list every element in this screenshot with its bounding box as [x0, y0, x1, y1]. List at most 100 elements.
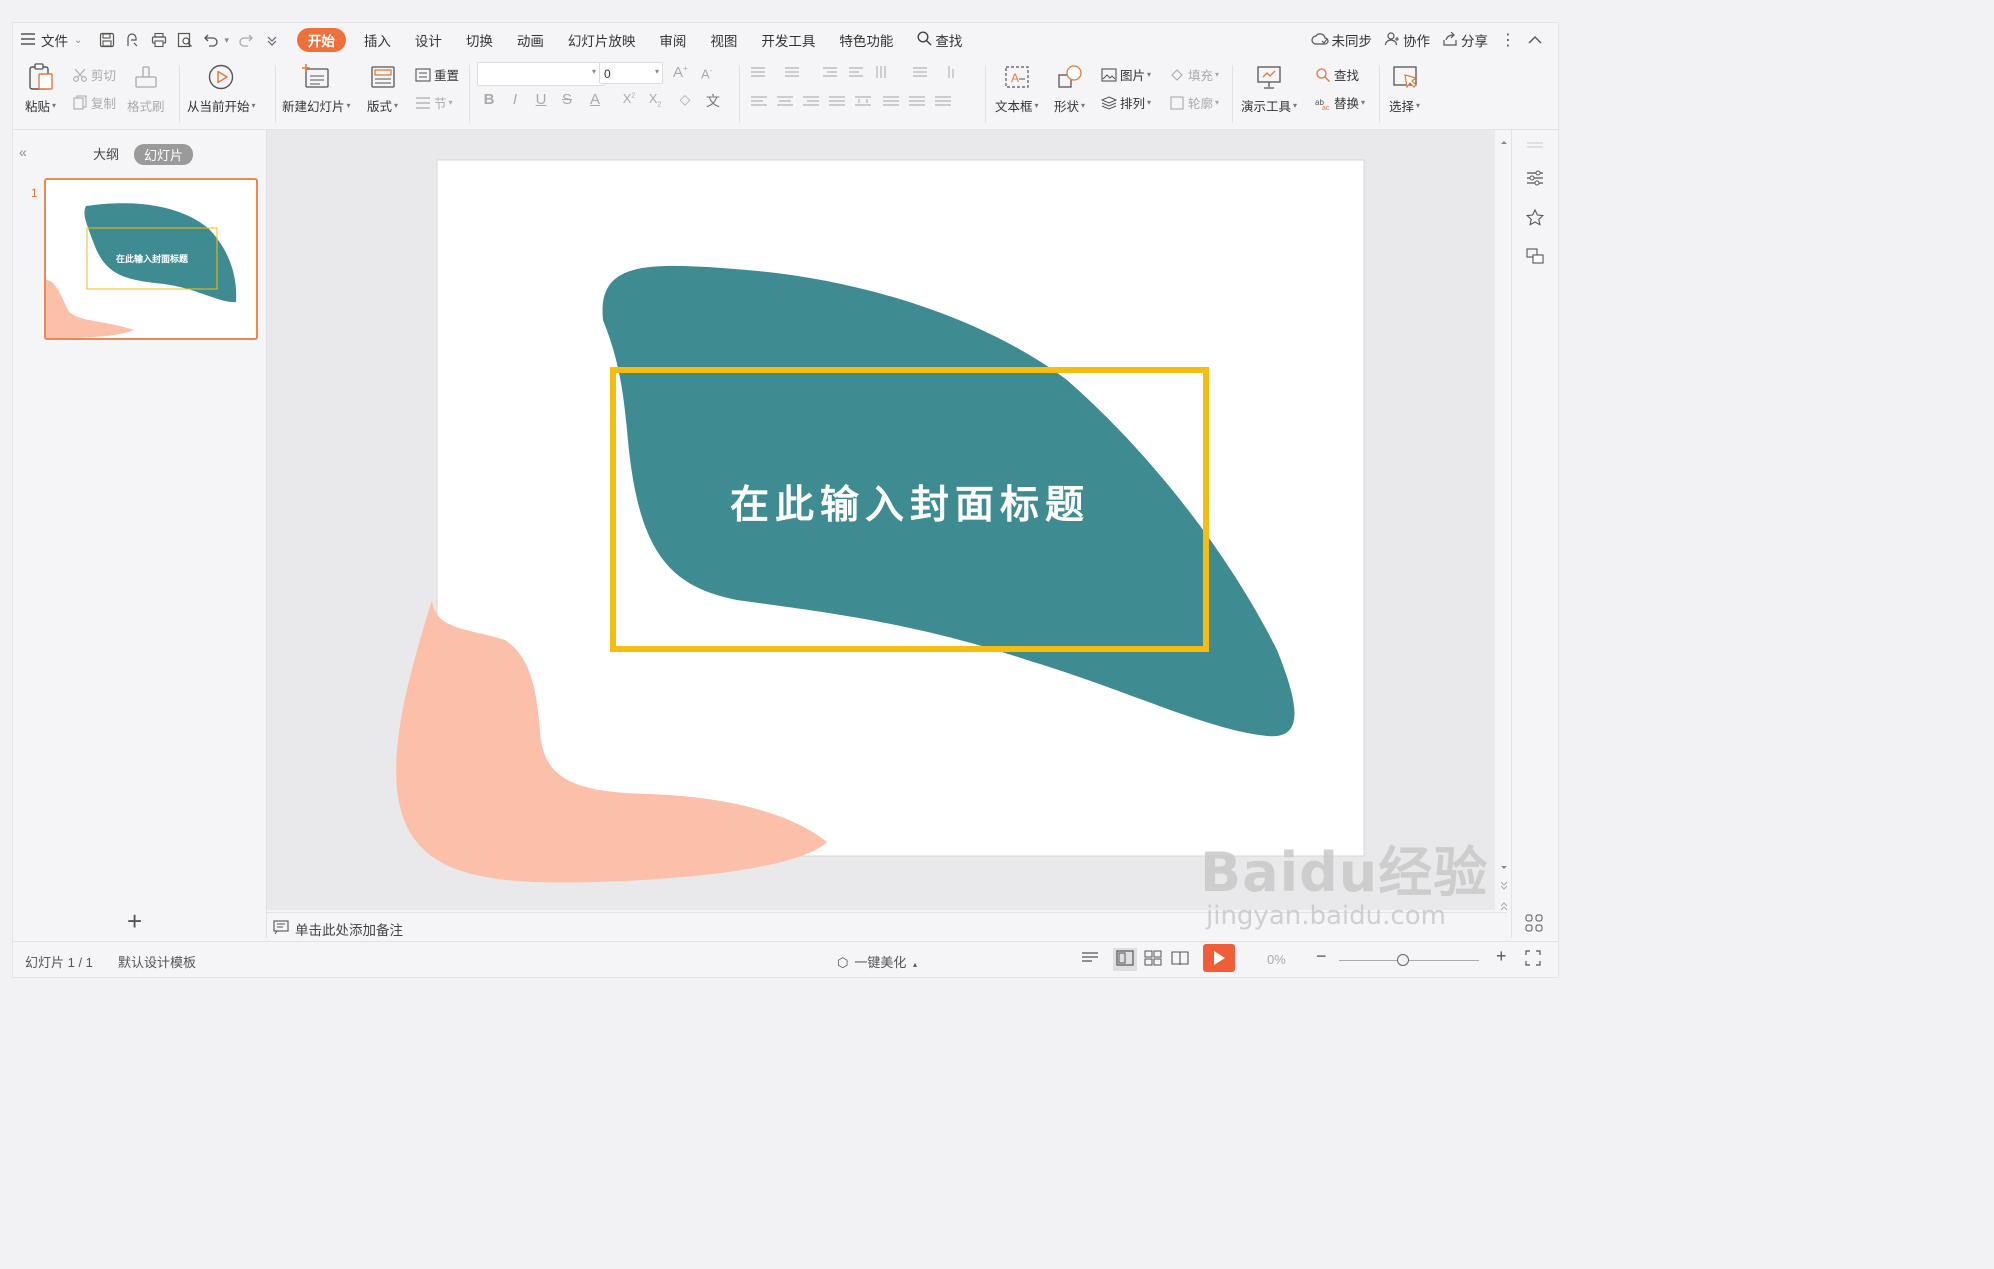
- grid-apps-icon[interactable]: [1525, 914, 1545, 934]
- transition-icon[interactable]: [1525, 246, 1545, 266]
- add-slide-icon[interactable]: +: [127, 906, 142, 937]
- bold-button[interactable]: B: [479, 91, 499, 108]
- paste-button[interactable]: 粘贴 ▾: [25, 62, 56, 115]
- strikethrough-button[interactable]: S: [557, 91, 577, 108]
- print-icon[interactable]: [150, 31, 168, 49]
- redo-icon[interactable]: [237, 31, 255, 49]
- customize-quick-access-icon[interactable]: [263, 31, 281, 49]
- zoom-slider[interactable]: [1339, 954, 1479, 966]
- select-button[interactable]: 选择 ▾: [1389, 62, 1420, 115]
- superscript-icon[interactable]: X2: [619, 91, 639, 106]
- properties-icon[interactable]: [1525, 168, 1545, 188]
- font-name-input[interactable]: [477, 62, 605, 86]
- slideshow-play-button[interactable]: [1203, 944, 1235, 972]
- find-button[interactable]: 查找: [1314, 65, 1359, 84]
- collapse-panel-icon[interactable]: «: [19, 144, 27, 160]
- play-circle-icon: [206, 62, 236, 92]
- italic-button[interactable]: I: [505, 91, 525, 108]
- reset-label: 重置: [434, 69, 460, 83]
- font-color-icon[interactable]: A: [585, 91, 605, 108]
- print-preview-icon[interactable]: [176, 31, 194, 49]
- beautify-button[interactable]: ⬡ 一键美化 ▴: [837, 952, 917, 971]
- fill-button[interactable]: 填充 ▾: [1168, 65, 1219, 84]
- outline-button[interactable]: 轮廓 ▾: [1168, 93, 1219, 112]
- new-slide-button[interactable]: 新建幻灯片 ▾: [282, 62, 351, 115]
- tab-view[interactable]: 视图: [698, 28, 749, 52]
- arrange-button[interactable]: 排列 ▾: [1100, 93, 1151, 112]
- reset-button[interactable]: 重置: [414, 65, 459, 84]
- normal-view-icon[interactable]: [1113, 948, 1137, 971]
- clear-format-icon[interactable]: ◇: [675, 91, 695, 108]
- copy-button[interactable]: 复制: [71, 93, 116, 112]
- font-size-input[interactable]: 0: [599, 62, 663, 84]
- file-menu[interactable]: 文件 ⌄: [13, 28, 90, 52]
- more-options-icon[interactable]: ⋮: [1494, 28, 1522, 52]
- tab-insert[interactable]: 插入: [352, 28, 403, 52]
- tab-review[interactable]: 审阅: [647, 28, 698, 52]
- phonetic-guide-icon[interactable]: 文: [703, 91, 723, 111]
- layout-button[interactable]: 版式 ▾: [367, 62, 398, 115]
- play-icon: [1214, 951, 1225, 965]
- text-box-button[interactable]: A 文本框 ▾: [995, 62, 1039, 115]
- cube-icon: ⬡: [837, 955, 849, 970]
- slide-thumbnail[interactable]: 在此输入封面标题: [44, 178, 258, 340]
- play-from-current-label: 从当前开始: [187, 100, 250, 114]
- chevron-down-icon: ▾: [1034, 101, 1039, 110]
- drag-handle-icon: [1525, 138, 1545, 158]
- notes-icon: [273, 920, 289, 937]
- vertical-scrollbar[interactable]: [1497, 130, 1511, 911]
- zoom-in-icon[interactable]: +: [1496, 946, 1507, 967]
- tab-slideshow[interactable]: 幻灯片放映: [556, 28, 648, 52]
- zoom-value[interactable]: 0%: [1267, 952, 1286, 967]
- format-painter-button[interactable]: 格式刷: [127, 62, 165, 115]
- tab-transition[interactable]: 切换: [454, 28, 505, 52]
- search-command[interactable]: 查找: [909, 28, 970, 52]
- decrease-font-icon[interactable]: A-: [701, 66, 712, 81]
- size-dropdown-icon[interactable]: ▾: [655, 67, 659, 76]
- fit-window-icon[interactable]: [1525, 950, 1541, 969]
- play-from-current-button[interactable]: 从当前开始 ▾: [187, 62, 256, 115]
- save-icon[interactable]: [98, 31, 116, 49]
- share-button[interactable]: 分享: [1436, 28, 1494, 52]
- scissors-icon: [71, 67, 89, 83]
- font-dropdown-icon[interactable]: ▾: [592, 67, 596, 76]
- animation-star-icon[interactable]: [1525, 208, 1545, 228]
- chevron-down-icon: ▾: [394, 101, 399, 110]
- tab-special-features[interactable]: 特色功能: [827, 28, 905, 52]
- tab-slides[interactable]: 幻灯片: [134, 144, 194, 165]
- slide-title[interactable]: 在此输入封面标题: [730, 483, 1090, 528]
- layers-icon: [1100, 95, 1118, 111]
- reading-view-icon[interactable]: [1171, 950, 1189, 969]
- tab-design[interactable]: 设计: [403, 28, 454, 52]
- tab-home[interactable]: 开始: [296, 28, 346, 52]
- notes-pane[interactable]: 单击此处添加备注: [267, 912, 1507, 941]
- shape-button[interactable]: 形状 ▾: [1054, 62, 1085, 115]
- reset-icon: [414, 67, 432, 83]
- undo-icon[interactable]: [202, 31, 220, 49]
- tab-animation[interactable]: 动画: [505, 28, 556, 52]
- undo-dropdown-icon[interactable]: ▾: [224, 35, 229, 46]
- underline-button[interactable]: U: [531, 91, 551, 108]
- picture-button[interactable]: 图片 ▾: [1100, 65, 1151, 84]
- cut-button[interactable]: 剪切: [71, 65, 116, 84]
- tab-developer[interactable]: 开发工具: [749, 28, 827, 52]
- find-label: 查找: [1334, 69, 1360, 83]
- chevron-down-icon: ▾: [1361, 98, 1366, 107]
- replace-button[interactable]: ab ac 替换 ▾: [1314, 93, 1365, 112]
- menubar-right-group: 未同步 协作 分享 ⋮: [1305, 28, 1549, 52]
- tab-outline[interactable]: 大纲: [93, 144, 119, 163]
- section-button[interactable]: 节 ▾: [414, 93, 453, 112]
- notes-toggle-icon[interactable]: [1081, 950, 1099, 969]
- export-pdf-icon[interactable]: [124, 31, 142, 49]
- template-name[interactable]: 默认设计模板: [118, 952, 196, 971]
- collapse-ribbon-icon[interactable]: [1522, 28, 1548, 52]
- subscript-icon[interactable]: X2: [645, 91, 665, 109]
- slide-sorter-icon[interactable]: [1144, 950, 1162, 969]
- presentation-app-window: 文件 ⌄ ▾ 开始 插入 设计 切换 动画 幻灯片放映 审阅 视图 开发工具 特…: [12, 22, 1559, 978]
- presentation-tools-button[interactable]: 演示工具 ▾: [1241, 62, 1297, 115]
- increase-font-icon[interactable]: A+: [673, 64, 688, 81]
- collaborate-button[interactable]: 协作: [1378, 28, 1436, 52]
- zoom-slider-knob[interactable]: [1397, 954, 1409, 966]
- zoom-out-icon[interactable]: −: [1316, 946, 1327, 967]
- sync-status-button[interactable]: 未同步: [1305, 28, 1379, 52]
